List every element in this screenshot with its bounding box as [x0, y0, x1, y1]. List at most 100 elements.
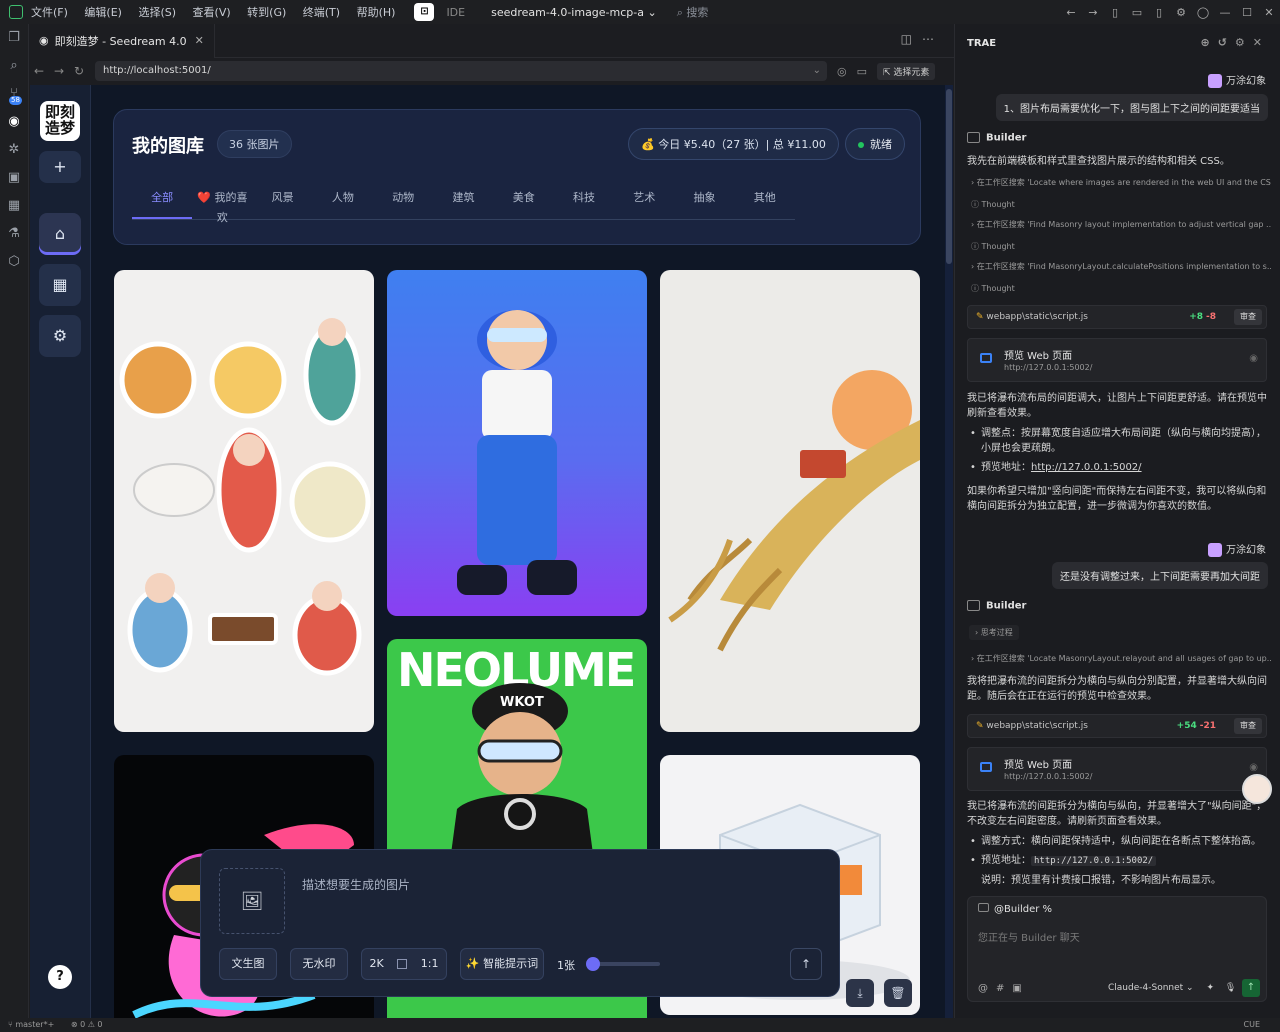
- settings-icon[interactable]: ⚙: [1170, 6, 1192, 19]
- mic-icon[interactable]: 🎙: [1225, 983, 1236, 993]
- preview-card-1[interactable]: 预览 Web 页面 http://127.0.0.1:5002/ ◉: [967, 338, 1267, 382]
- tab-landscape[interactable]: 风景: [253, 188, 313, 219]
- record-icon[interactable]: ◎: [837, 65, 847, 78]
- model-select[interactable]: Claude-4-Sonnet ⌄ ✦ 🎙: [1108, 983, 1236, 993]
- image-card-boy-blue[interactable]: [387, 270, 647, 616]
- eye-icon[interactable]: ◉: [1249, 353, 1258, 364]
- close-window-icon[interactable]: ✕: [1258, 6, 1280, 19]
- step-item[interactable]: › 在工作区搜索 'Locate where images are render…: [971, 177, 1271, 188]
- project-name[interactable]: seedream-4.0-image-mcp-a ⌄: [491, 6, 657, 19]
- tab-animals[interactable]: 动物: [373, 188, 433, 219]
- resolution-ratio-button[interactable]: 2K 1:1: [361, 948, 447, 980]
- preview-link[interactable]: http://127.0.0.1:5002/: [1031, 462, 1142, 473]
- page-scrollbar[interactable]: [945, 85, 953, 1018]
- file-change-1[interactable]: ✎ webapp\static\script.js +8 -8 审查: [967, 305, 1267, 329]
- preview-link[interactable]: http://127.0.0.1:5002/: [1031, 856, 1157, 866]
- packages-icon[interactable]: ⬡: [0, 248, 28, 276]
- preview-card-2[interactable]: 预览 Web 页面 http://127.0.0.1:5002/ ◉: [967, 747, 1267, 791]
- problems-indicator[interactable]: ⊗ 0 ⚠ 0: [71, 1020, 103, 1029]
- status-right[interactable]: CUE: [1244, 1018, 1261, 1032]
- chevron-down-icon[interactable]: ⌄: [813, 61, 821, 81]
- tab-other[interactable]: 其他: [735, 188, 795, 219]
- menu-view[interactable]: 查看(V): [193, 6, 231, 19]
- tab-all[interactable]: 全部: [132, 188, 193, 219]
- new-button[interactable]: +: [39, 151, 81, 183]
- sparkle-icon[interactable]: ✦: [1206, 983, 1214, 993]
- watermark-button[interactable]: 无水印: [290, 948, 348, 980]
- ide-mode-label[interactable]: IDE: [440, 4, 471, 21]
- review-button[interactable]: 审查: [1234, 309, 1262, 325]
- account-icon[interactable]: ◯: [1192, 6, 1214, 19]
- step-item[interactable]: › 在工作区搜索 'Find Masonry layout implementa…: [971, 219, 1271, 230]
- assistant-avatar[interactable]: [1242, 774, 1272, 804]
- extensions-icon[interactable]: ▦: [0, 192, 28, 220]
- review-button[interactable]: 审查: [1234, 718, 1262, 734]
- more-icon[interactable]: ⋯: [922, 32, 944, 46]
- menu-file[interactable]: 文件(F): [31, 6, 68, 19]
- smart-prompt-button[interactable]: ✨ 智能提示词: [460, 948, 544, 980]
- agent-mention[interactable]: @Builder %: [978, 903, 1052, 915]
- tab-preview[interactable]: ◉ 即刻造梦 - Seedream 4.0 ✕: [29, 23, 215, 58]
- help-button[interactable]: ?: [48, 965, 72, 989]
- tab-food[interactable]: 美食: [494, 188, 554, 219]
- mode-switch[interactable]: ⊡ IDE: [414, 3, 471, 21]
- menu-goto[interactable]: 转到(G): [247, 6, 286, 19]
- url-input[interactable]: http://localhost:5001/ ⌄: [95, 61, 827, 81]
- step-item[interactable]: ⓘ Thought: [971, 283, 1271, 294]
- back-icon[interactable]: ←: [1060, 6, 1082, 19]
- close-tab-icon[interactable]: ✕: [195, 34, 204, 47]
- delete-button[interactable]: 🗑: [884, 979, 912, 1007]
- scrollbar-thumb[interactable]: [946, 89, 952, 264]
- tab-architecture[interactable]: 建筑: [433, 188, 493, 219]
- chat-settings-icon[interactable]: ⚙: [1235, 36, 1253, 49]
- command-search[interactable]: ⌕ 搜索: [677, 4, 709, 20]
- solo-mode-icon[interactable]: ⊡: [414, 3, 435, 21]
- send-button[interactable]: ↑: [1242, 979, 1260, 997]
- menu-terminal[interactable]: 终端(T): [303, 6, 340, 19]
- layout-bottom-icon[interactable]: ▭: [1126, 6, 1148, 19]
- split-editor-icon[interactable]: ◫: [901, 32, 922, 46]
- image-upload-area[interactable]: 🖼: [219, 868, 285, 934]
- step-item[interactable]: › 在工作区搜索 'Find MasonryLayout.calculatePo…: [971, 261, 1271, 272]
- slider-handle[interactable]: [586, 957, 600, 971]
- menu-help[interactable]: 帮助(H): [357, 6, 396, 19]
- new-chat-icon[interactable]: ⊕: [1200, 36, 1217, 49]
- home-button[interactable]: ⌂: [39, 213, 81, 255]
- mode-button[interactable]: 文生图: [219, 948, 277, 980]
- download-button[interactable]: ⤓: [846, 979, 874, 1007]
- preview-eye-icon[interactable]: ◉: [0, 108, 28, 136]
- debug-icon[interactable]: ✲: [0, 136, 28, 164]
- pick-element-button[interactable]: ⇱ 选择元素: [877, 62, 936, 80]
- step-item[interactable]: › 在工作区搜索 'Locate MasonryLayout.relayout …: [971, 653, 1271, 664]
- layout-right-icon[interactable]: ▯: [1148, 6, 1170, 19]
- testing-icon[interactable]: ⚗: [0, 220, 28, 248]
- step-item[interactable]: ⓘ Thought: [971, 241, 1271, 252]
- image-card-harvest[interactable]: [660, 270, 920, 732]
- tab-abstract[interactable]: 抽象: [674, 188, 734, 219]
- close-chat-icon[interactable]: ✕: [1253, 36, 1270, 49]
- gallery-button[interactable]: ▦: [39, 264, 81, 306]
- file-change-2[interactable]: ✎ webapp\static\script.js +54 -21 审查: [967, 714, 1267, 738]
- generate-button[interactable]: ↑: [790, 948, 822, 980]
- branch-name[interactable]: master*+: [15, 1020, 54, 1029]
- forward-icon[interactable]: →: [1082, 6, 1104, 19]
- image-attach-icon[interactable]: ▣: [1012, 983, 1029, 994]
- menu-select[interactable]: 选择(S): [138, 6, 176, 19]
- nav-back-icon[interactable]: ←: [29, 64, 49, 78]
- count-slider[interactable]: [586, 957, 660, 971]
- at-icon[interactable]: @: [978, 983, 996, 994]
- thinking-toggle[interactable]: › 思考过程: [969, 625, 1019, 640]
- menu-edit[interactable]: 编辑(E): [84, 6, 122, 19]
- prompt-input[interactable]: 描述想要生成的图片: [302, 876, 410, 893]
- tab-favorites[interactable]: ❤️ 我的喜欢: [192, 188, 252, 224]
- search-icon[interactable]: ⌕: [0, 52, 28, 80]
- remote-icon[interactable]: ▣: [0, 164, 28, 192]
- chat-input[interactable]: 您正在与 Builder 聊天: [978, 929, 1080, 944]
- explorer-icon[interactable]: ❐: [0, 24, 28, 52]
- brand-logo[interactable]: 即刻造梦: [40, 101, 80, 141]
- minimize-icon[interactable]: —: [1214, 6, 1236, 19]
- device-icon[interactable]: ▭: [857, 65, 867, 78]
- history-icon[interactable]: ↺: [1218, 36, 1235, 49]
- image-card-stickers[interactable]: [114, 270, 374, 732]
- maximize-icon[interactable]: ☐: [1236, 6, 1258, 19]
